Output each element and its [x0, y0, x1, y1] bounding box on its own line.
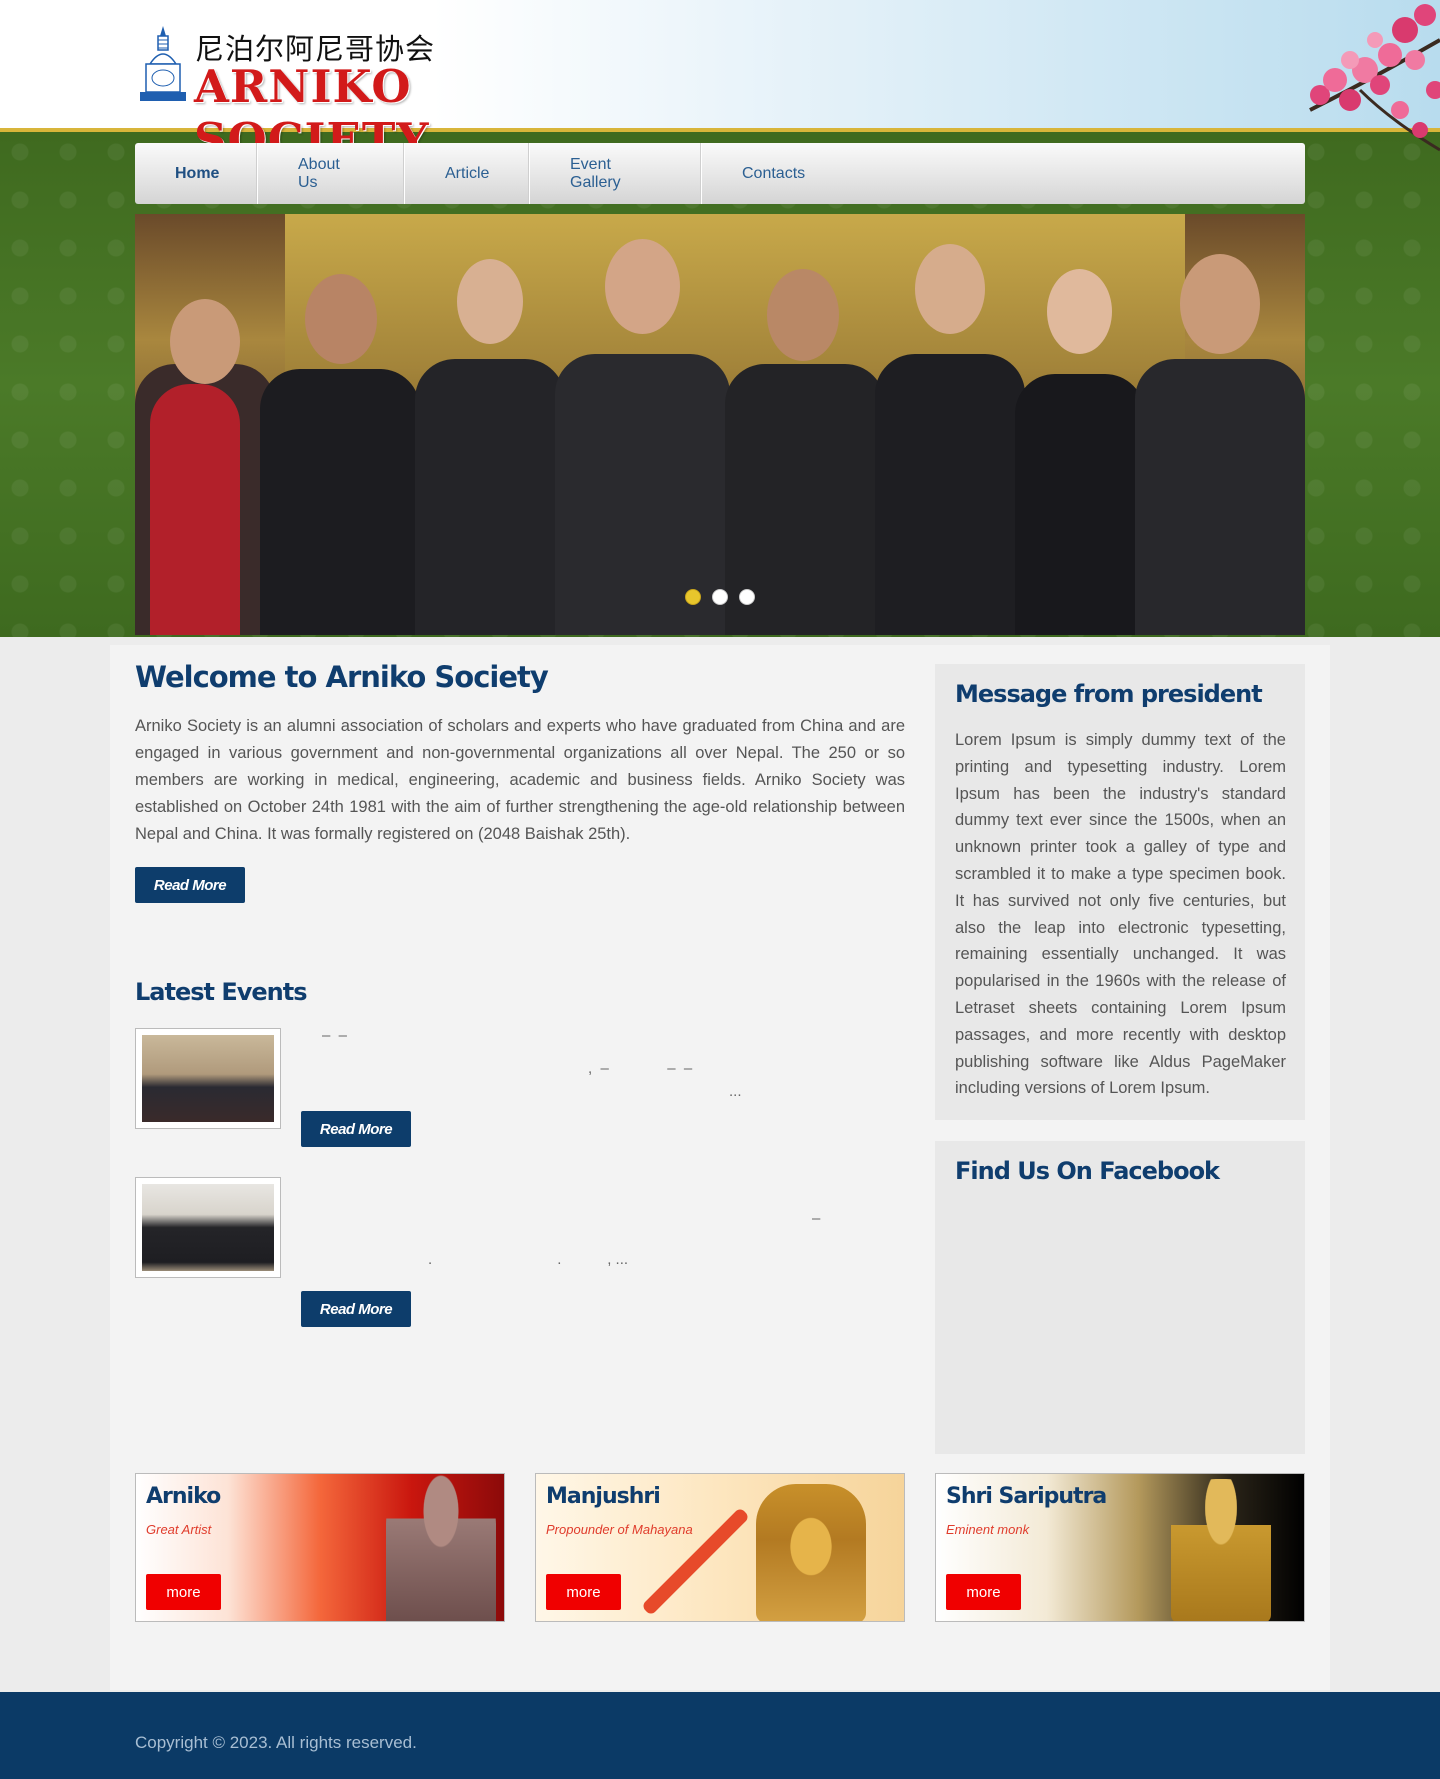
card-sariputra-subtitle: Eminent monk — [946, 1522, 1030, 1537]
welcome-read-more-button[interactable]: Read More — [135, 867, 245, 903]
event-1-read-more-button[interactable]: Read More — [301, 1111, 411, 1147]
event-1-line-3: ... — [729, 1083, 742, 1100]
card-sariputra-name: Shri Sariputra — [946, 1484, 1107, 1509]
facebook-title: Find Us On Facebook — [955, 1157, 1220, 1185]
card-arniko: Arniko Great Artist more — [135, 1473, 505, 1622]
nav-contacts[interactable]: Contacts — [701, 143, 831, 204]
sariputra-statue-image — [1171, 1479, 1271, 1621]
slider-dot-1[interactable] — [685, 589, 701, 605]
slider-dot-2[interactable] — [712, 589, 728, 605]
latest-events-title: Latest Events — [135, 978, 308, 1006]
card-arniko-subtitle: Great Artist — [146, 1522, 212, 1537]
stupa-logo-icon — [140, 26, 186, 101]
hero-slider[interactable] — [135, 214, 1305, 635]
footer-copyright: Copyright © 2023. All rights reserved. — [135, 1733, 417, 1752]
nav-event-gallery[interactable]: Event Gallery — [529, 143, 701, 204]
card-arniko-more-button[interactable]: more — [146, 1574, 221, 1610]
nav-article[interactable]: Article — [404, 143, 529, 204]
welcome-title: Welcome to Arniko Society — [135, 660, 549, 694]
event-2-line-1: – — [812, 1210, 821, 1227]
site-logo[interactable]: 尼泊尔阿尼哥协会 ARNIKO SOCIETY — [138, 24, 638, 166]
slider-pagination — [685, 589, 755, 605]
card-sariputra: Shri Sariputra Eminent monk more — [935, 1473, 1305, 1622]
card-manjushri-subtitle: Propounder of Mahayana — [546, 1522, 693, 1537]
card-manjushri-name: Manjushri — [546, 1484, 661, 1509]
facebook-widget — [935, 1141, 1305, 1454]
manjushri-statue-image — [756, 1484, 866, 1621]
event-thumbnail-1[interactable] — [135, 1028, 281, 1129]
card-sariputra-more-button[interactable]: more — [946, 1574, 1021, 1610]
slider-dot-3[interactable] — [739, 589, 755, 605]
president-message-text: Lorem Ipsum is simply dummy text of the … — [955, 731, 1286, 1098]
welcome-text: Arniko Society is an alumni association … — [135, 717, 905, 843]
president-message-title: Message from president — [955, 680, 1263, 708]
main-navigation: Home About Us Article Event Gallery Cont… — [135, 143, 1305, 204]
event-1-line-1: – – — [322, 1027, 348, 1044]
nav-about-us[interactable]: About Us — [257, 143, 404, 204]
card-arniko-name: Arniko — [146, 1484, 221, 1509]
event-2-line-2: . . , ... — [428, 1251, 629, 1268]
arniko-statue-image — [386, 1474, 496, 1621]
cherry-blossom-decoration — [1309, 4, 1440, 152]
event-1-line-2: , – – – — [588, 1060, 693, 1077]
event-thumbnail-2[interactable] — [135, 1177, 281, 1278]
card-manjushri-more-button[interactable]: more — [546, 1574, 621, 1610]
event-2-read-more-button[interactable]: Read More — [301, 1291, 411, 1327]
nav-home[interactable]: Home — [135, 143, 257, 204]
card-manjushri: Manjushri Propounder of Mahayana more — [535, 1473, 905, 1622]
